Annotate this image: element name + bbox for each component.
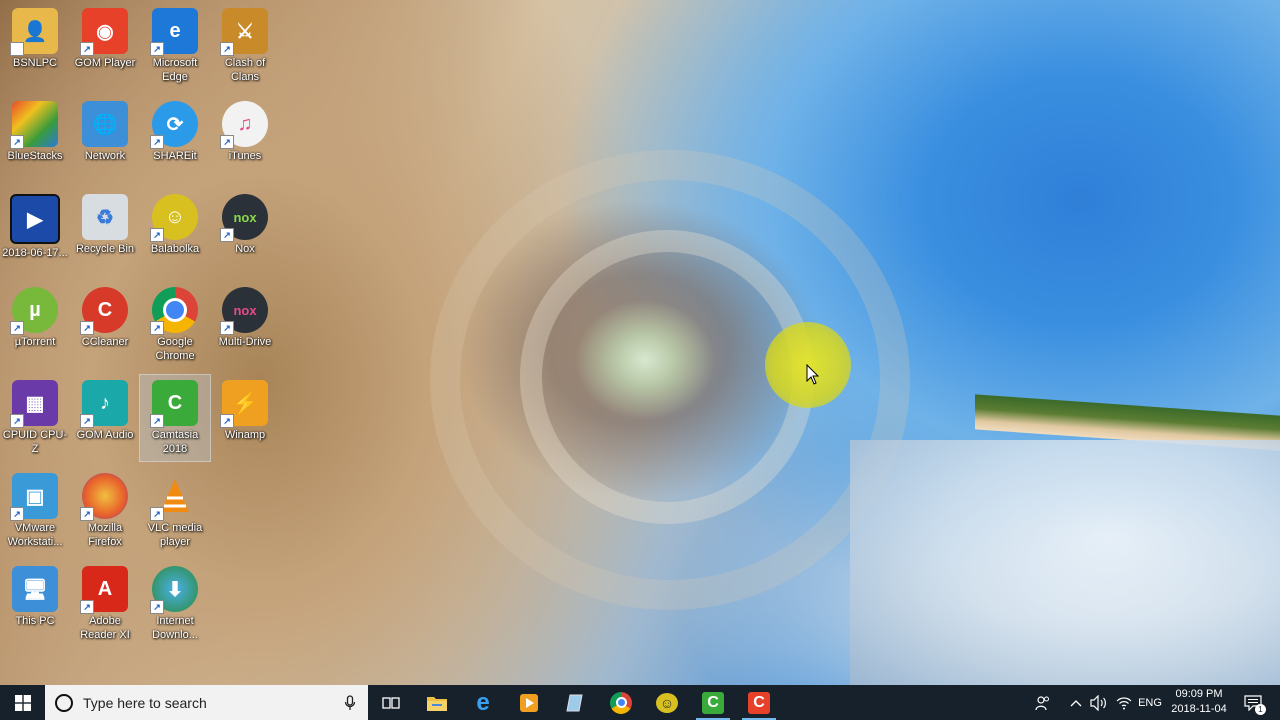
recycle-bin-icon: ♻ (82, 194, 128, 240)
desktop-icon-firefox[interactable]: ↗ Mozilla Firefox (70, 468, 140, 554)
wifi-icon (1116, 696, 1132, 709)
this-pc-icon: 🖥 (12, 566, 58, 612)
ccleaner-icon: C ↗ (80, 287, 128, 335)
cortana-icon (55, 693, 73, 712)
taskbar-media-player[interactable] (506, 685, 552, 720)
desktop-icon-ccleaner[interactable]: C ↗ CCleaner (70, 282, 140, 368)
edge-icon: e (476, 688, 490, 716)
cpuz-icon: ▦ ↗ (10, 380, 58, 428)
desktop-icon-cpuz[interactable]: ▦ ↗ CPUID CPU-Z (0, 375, 70, 461)
desktop-icon-internet-download-manager[interactable]: ⬇ ↗ Internet Downlo... (140, 561, 210, 647)
taskbar-clock[interactable]: 09:09 PM 2018-11-04 (1164, 687, 1234, 717)
desktop-icon-video-file[interactable]: ▶ 2018-06-17... (0, 189, 70, 275)
show-hidden-icons-button[interactable] (1066, 685, 1086, 720)
network-icon: 🌐 (82, 101, 128, 147)
notification-count-badge: 1 (1255, 704, 1266, 715)
winamp-icon: ⚡ ↗ (220, 380, 268, 428)
desktop-icon-recycle-bin[interactable]: ♻ Recycle Bin (70, 189, 140, 275)
taskbar-edge[interactable]: e (460, 685, 506, 720)
desktop-icon-adobe-reader[interactable]: A ↗ Adobe Reader XI (70, 561, 140, 647)
desktop-icon-gom-player[interactable]: ◉ ↗ GOM Player (70, 3, 140, 89)
clock-time: 09:09 PM (1175, 688, 1223, 700)
people-button[interactable] (1032, 685, 1054, 720)
mouse-pointer-icon (806, 364, 820, 385)
folder-icon (427, 696, 447, 711)
desktop-icon-camtasia[interactable]: C ↗ Camtasia 2018 (139, 374, 211, 462)
shareit-icon: ⟳ ↗ (150, 101, 198, 149)
desktop-icon-winamp[interactable]: ⚡ ↗ Winamp (210, 375, 280, 461)
itunes-icon: ♫ ↗ (220, 101, 268, 149)
notepad-icon (566, 694, 583, 711)
nox-icon: nox ↗ (220, 194, 268, 242)
chrome-icon: ↗ (150, 287, 198, 335)
camtasia-recorder-icon: C (748, 691, 770, 714)
media-player-icon (520, 693, 538, 712)
desktop-icon-vmware[interactable]: ▣ ↗ VMware Workstati... (0, 468, 70, 554)
clash-of-clans-icon: ⚔ ↗ (220, 8, 268, 56)
firefox-icon: ↗ (80, 473, 128, 521)
desktop-icon-bsnlpc[interactable]: 👤 BSNLPC (0, 3, 70, 89)
desktop-icon-nox[interactable]: nox ↗ Nox (210, 189, 280, 275)
desktop-icon-edge[interactable]: e ↗ Microsoft Edge (140, 3, 210, 89)
desktop-icon-vlc[interactable]: ↗ VLC media player (140, 468, 210, 554)
camtasia-icon: C ↗ (150, 380, 198, 428)
volume-button[interactable] (1088, 685, 1110, 720)
bluestacks-icon: ↗ (10, 101, 58, 149)
chevron-up-icon (1070, 699, 1082, 706)
network-status-button[interactable] (1113, 685, 1135, 720)
video-file-icon: ▶ (10, 194, 60, 244)
desktop-icon-utorrent[interactable]: µ ↗ µTorrent (0, 282, 70, 368)
windows-logo-icon (14, 694, 31, 711)
vmware-icon: ▣ ↗ (10, 473, 58, 521)
vlc-icon: ↗ (150, 473, 198, 521)
desktop-icon-multi-drive[interactable]: nox ↗ Multi-Drive (210, 282, 280, 368)
taskbar-search-box[interactable]: Type here to search (45, 685, 368, 720)
desktop-icon-bluestacks[interactable]: ↗ BlueStacks (0, 96, 70, 182)
wave-foam (850, 440, 1280, 685)
desktop-icon-network[interactable]: 🌐 Network (70, 96, 140, 182)
taskbar: Type here to search e ☺ C C ENG 09:09 PM… (0, 685, 1280, 720)
desktop-icon-clash-of-clans[interactable]: ⚔ ↗ Clash of Clans (210, 3, 280, 89)
utorrent-icon: µ ↗ (10, 287, 58, 335)
volume-icon (1090, 694, 1106, 711)
gom-player-icon: ◉ ↗ (80, 8, 128, 56)
start-button[interactable] (0, 685, 45, 720)
taskbar-chrome[interactable] (598, 685, 644, 720)
gom-audio-icon: ♪ ↗ (80, 380, 128, 428)
taskbar-file-explorer[interactable] (414, 685, 460, 720)
internet-download-manager-icon: ⬇ ↗ (150, 566, 198, 614)
task-view-button[interactable] (368, 685, 414, 720)
task-view-icon (382, 696, 400, 709)
taskbar-notepad[interactable] (552, 685, 598, 720)
desktop-icon-gom-audio[interactable]: ♪ ↗ GOM Audio (70, 375, 140, 461)
taskbar-camtasia-recorder[interactable]: C (736, 685, 782, 720)
balabolka-icon: ☺ (656, 692, 678, 713)
taskbar-balabolka[interactable]: ☺ (644, 685, 690, 720)
search-placeholder: Type here to search (83, 694, 207, 711)
adobe-reader-icon: A ↗ (80, 566, 128, 614)
user-folder-icon: 👤 (10, 8, 58, 56)
desktop-icon-shareit[interactable]: ⟳ ↗ SHAREit (140, 96, 210, 182)
taskbar-camtasia[interactable]: C (690, 685, 736, 720)
edge-icon: e ↗ (150, 8, 198, 56)
desktop-icon-balabolka[interactable]: ☺ ↗ Balabolka (140, 189, 210, 275)
desktop-icon-this-pc[interactable]: 🖥 This PC (0, 561, 70, 647)
chrome-icon (610, 691, 632, 714)
balabolka-icon: ☺ ↗ (150, 194, 198, 242)
people-icon (1035, 695, 1049, 710)
desktop-icon-itunes[interactable]: ♫ ↗ iTunes (210, 96, 280, 182)
action-center-button[interactable]: 1 (1238, 685, 1268, 720)
input-language-indicator[interactable]: ENG (1136, 685, 1164, 720)
multi-drive-icon: nox ↗ (220, 287, 268, 335)
clock-date: 2018-11-04 (1171, 703, 1227, 715)
camtasia-icon: C (702, 691, 724, 714)
desktop-icon-chrome[interactable]: ↗ Google Chrome (140, 282, 210, 368)
microphone-icon[interactable] (344, 694, 356, 711)
